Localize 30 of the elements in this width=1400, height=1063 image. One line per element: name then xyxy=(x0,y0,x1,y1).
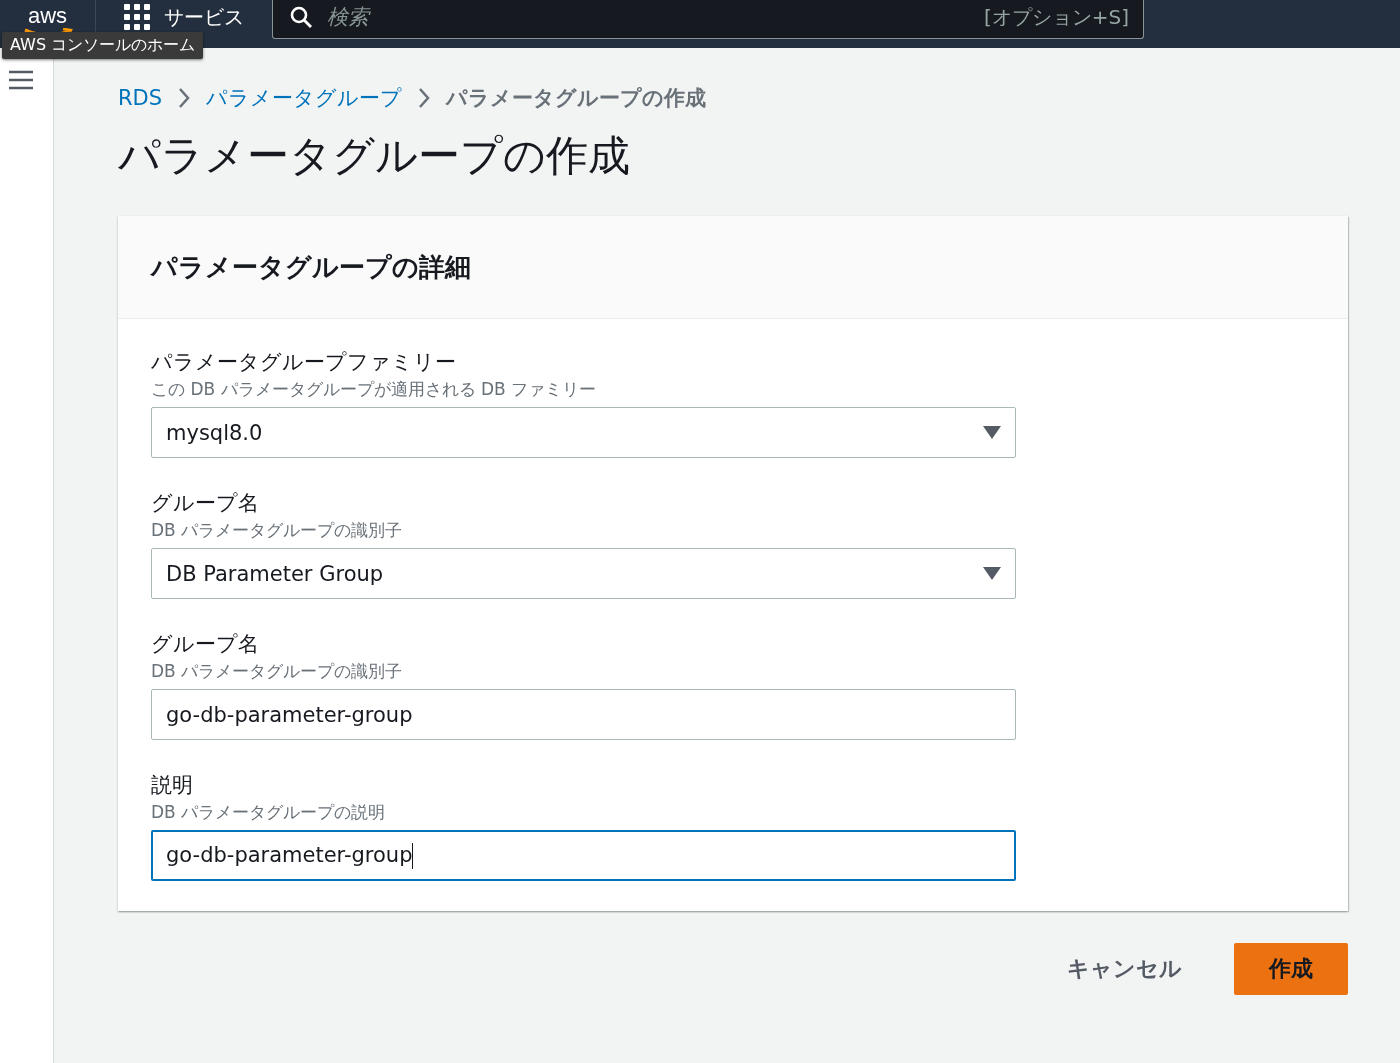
select-field[interactable]: DB Parameter Group xyxy=(151,548,1016,599)
breadcrumb-link[interactable]: RDS xyxy=(118,86,163,110)
field-label: パラメータグループファミリー xyxy=(151,349,457,376)
input-field[interactable]: go-db-parameter-group xyxy=(151,830,1016,881)
select-field[interactable]: mysql8.0 xyxy=(151,407,1016,458)
grid-icon xyxy=(124,4,150,30)
dropdown-icon xyxy=(983,426,1001,439)
field-description: この DB パラメータグループが適用される DB ファミリー xyxy=(151,378,598,401)
tooltip: AWS コンソールのホーム xyxy=(2,32,204,59)
menu-icon[interactable] xyxy=(9,70,33,90)
field-label: グループ名 xyxy=(151,490,260,517)
services-menu[interactable]: サービス xyxy=(96,0,272,34)
input-field[interactable]: go-db-parameter-group xyxy=(151,689,1016,740)
chevron-icon xyxy=(418,87,431,109)
field-label: グループ名 xyxy=(151,631,260,658)
search-shortcut: [オプション+S] xyxy=(983,3,1129,31)
dropdown-icon xyxy=(983,567,1001,580)
field-label: 説明 xyxy=(151,772,194,799)
field-description: DB パラメータグループの識別子 xyxy=(151,660,404,683)
chevron-icon xyxy=(178,87,191,109)
cancel-button[interactable]: キャンセル xyxy=(1061,953,1188,985)
breadcrumb-text: パラメータグループの作成 xyxy=(446,85,707,112)
search-icon xyxy=(289,5,313,29)
create-button[interactable]: 作成 xyxy=(1234,943,1348,995)
breadcrumb-link[interactable]: パラメータグループ xyxy=(206,84,403,112)
search-field[interactable]: 検索 [オプション+S] xyxy=(272,0,1144,39)
page-title: パラメータグループの作成 xyxy=(118,130,631,182)
panel-title: パラメータグループの詳細 xyxy=(151,250,471,284)
field-description: DB パラメータグループの説明 xyxy=(151,801,387,824)
field-description: DB パラメータグループの識別子 xyxy=(151,519,404,542)
